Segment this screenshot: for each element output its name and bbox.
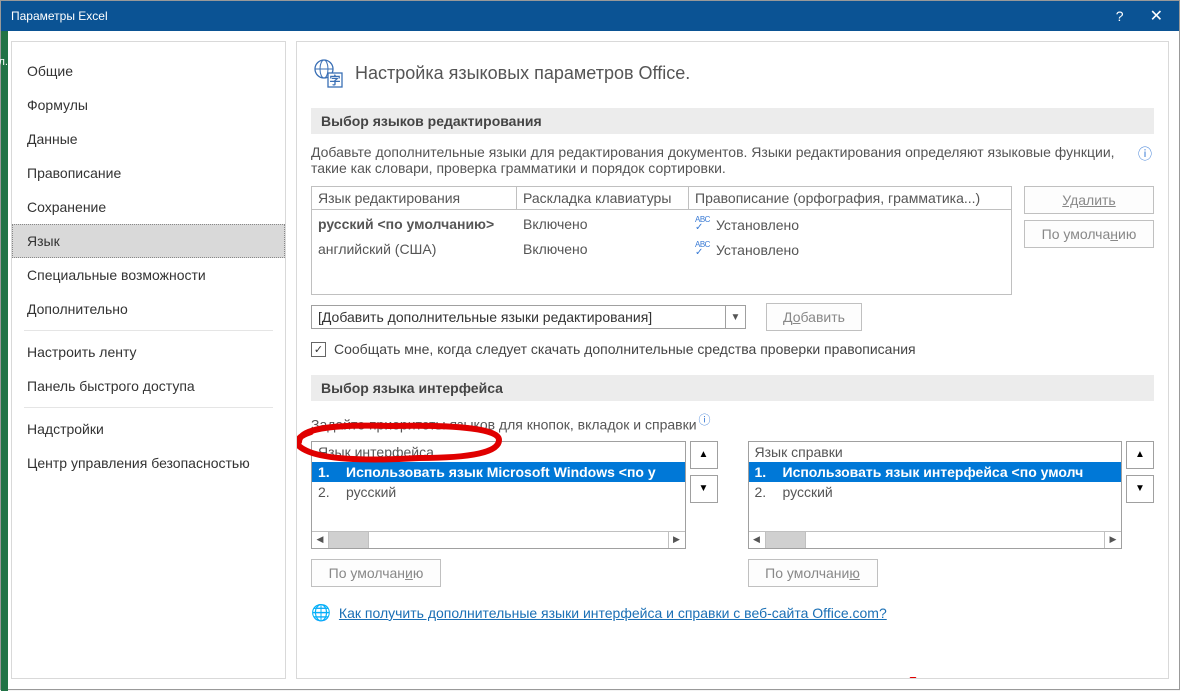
list-item[interactable]: 2. русский: [749, 482, 1122, 502]
notify-checkbox[interactable]: ✓: [311, 342, 326, 357]
sidebar-item-general[interactable]: Общие: [12, 54, 285, 88]
scroll-right-icon[interactable]: ▶: [668, 532, 685, 548]
sidebar: Общие Формулы Данные Правописание Сохран…: [11, 41, 286, 679]
list-item[interactable]: 1. Использовать язык Microsoft Windows <…: [312, 462, 685, 482]
info-icon[interactable]: ⓘ: [699, 413, 711, 427]
sidebar-item-save[interactable]: Сохранение: [12, 190, 285, 224]
display-default-button[interactable]: По умолчанию: [311, 559, 441, 587]
content-pane: 字 Настройка языковых параметров Office. …: [296, 41, 1169, 679]
list-item[interactable]: 1. Использовать язык интерфейса <по умол…: [749, 462, 1122, 482]
info-icon[interactable]: ⓘ: [1138, 144, 1152, 164]
sidebar-item-addins[interactable]: Надстройки: [12, 412, 285, 446]
column-header-proofing: Правописание (орфография, грамматика...): [689, 187, 1011, 209]
ui-language-description: Задайте приоритеты языков для кнопок, вк…: [311, 411, 1154, 433]
set-default-button[interactable]: По умолчанию: [1024, 220, 1154, 248]
scroll-right-icon[interactable]: ▶: [1104, 532, 1121, 548]
editing-languages-table[interactable]: Язык редактирования Раскладка клавиатуры…: [311, 186, 1012, 295]
column-header-keyboard: Раскладка клавиатуры: [517, 187, 689, 209]
sidebar-item-language[interactable]: Язык: [12, 224, 285, 258]
sidebar-item-qat[interactable]: Панель быстрого доступа: [12, 369, 285, 403]
titlebar: Параметры Excel ? ✕: [1, 1, 1179, 31]
horizontal-scrollbar[interactable]: ◀ ▶: [749, 531, 1122, 548]
close-button[interactable]: ✕: [1144, 6, 1169, 26]
svg-text:字: 字: [330, 73, 341, 87]
notify-checkbox-label: Сообщать мне, когда следует скачать допо…: [334, 341, 916, 357]
display-language-listbox[interactable]: Язык интерфейса 1. Использовать язык Mic…: [311, 441, 686, 549]
add-button[interactable]: Добавить: [766, 303, 862, 331]
editing-languages-description: Добавьте дополнительные языки для редакт…: [311, 144, 1154, 176]
help-default-button[interactable]: По умолчанию: [748, 559, 878, 587]
sidebar-item-data[interactable]: Данные: [12, 122, 285, 156]
abc-check-icon: ABC✓: [695, 216, 710, 233]
page-title: Настройка языковых параметров Office.: [355, 63, 690, 84]
sidebar-item-accessibility[interactable]: Специальные возможности: [12, 258, 285, 292]
scroll-thumb[interactable]: [329, 532, 369, 548]
excel-green-strip-text: іл.: [0, 56, 8, 68]
ui-language-section-header: Выбор языка интерфейса: [311, 375, 1154, 401]
chevron-down-icon[interactable]: ▼: [725, 306, 745, 328]
sidebar-separator: [24, 330, 273, 331]
editing-languages-section-header: Выбор языков редактирования: [311, 108, 1154, 134]
sidebar-item-customize-ribbon[interactable]: Настроить ленту: [12, 335, 285, 369]
remove-button[interactable]: Удалить: [1024, 186, 1154, 214]
annotation-underline: [296, 677, 929, 679]
globe-icon: 🌐: [311, 603, 331, 623]
sidebar-item-formulas[interactable]: Формулы: [12, 88, 285, 122]
move-down-button[interactable]: ▼: [690, 475, 718, 503]
list-item[interactable]: 2. русский: [312, 482, 685, 502]
sidebar-item-advanced[interactable]: Дополнительно: [12, 292, 285, 326]
move-up-button[interactable]: ▲: [1126, 441, 1154, 469]
scroll-thumb[interactable]: [766, 532, 806, 548]
sidebar-item-trust-center[interactable]: Центр управления безопасностью: [12, 446, 285, 480]
sidebar-item-proofing[interactable]: Правописание: [12, 156, 285, 190]
help-button[interactable]: ?: [1116, 8, 1124, 24]
language-icon: 字: [311, 56, 345, 90]
more-languages-link[interactable]: Как получить дополнительные языки интерф…: [339, 605, 887, 621]
column-header-language: Язык редактирования: [312, 187, 517, 209]
table-row[interactable]: английский (США) Включено ABC✓ Установле…: [312, 237, 1011, 262]
scroll-left-icon[interactable]: ◀: [312, 532, 329, 548]
excel-green-strip: [1, 31, 8, 691]
abc-check-icon: ABC✓: [695, 241, 710, 258]
scroll-left-icon[interactable]: ◀: [749, 532, 766, 548]
move-up-button[interactable]: ▲: [690, 441, 718, 469]
help-language-listbox[interactable]: Язык справки 1. Использовать язык интерф…: [748, 441, 1123, 549]
window-title: Параметры Excel: [11, 9, 1116, 23]
move-down-button[interactable]: ▼: [1126, 475, 1154, 503]
sidebar-separator: [24, 407, 273, 408]
table-row[interactable]: русский <по умолчанию> Включено ABC✓ Уст…: [312, 212, 1011, 237]
horizontal-scrollbar[interactable]: ◀ ▶: [312, 531, 685, 548]
add-language-combo[interactable]: [Добавить дополнительные языки редактиро…: [311, 305, 746, 329]
